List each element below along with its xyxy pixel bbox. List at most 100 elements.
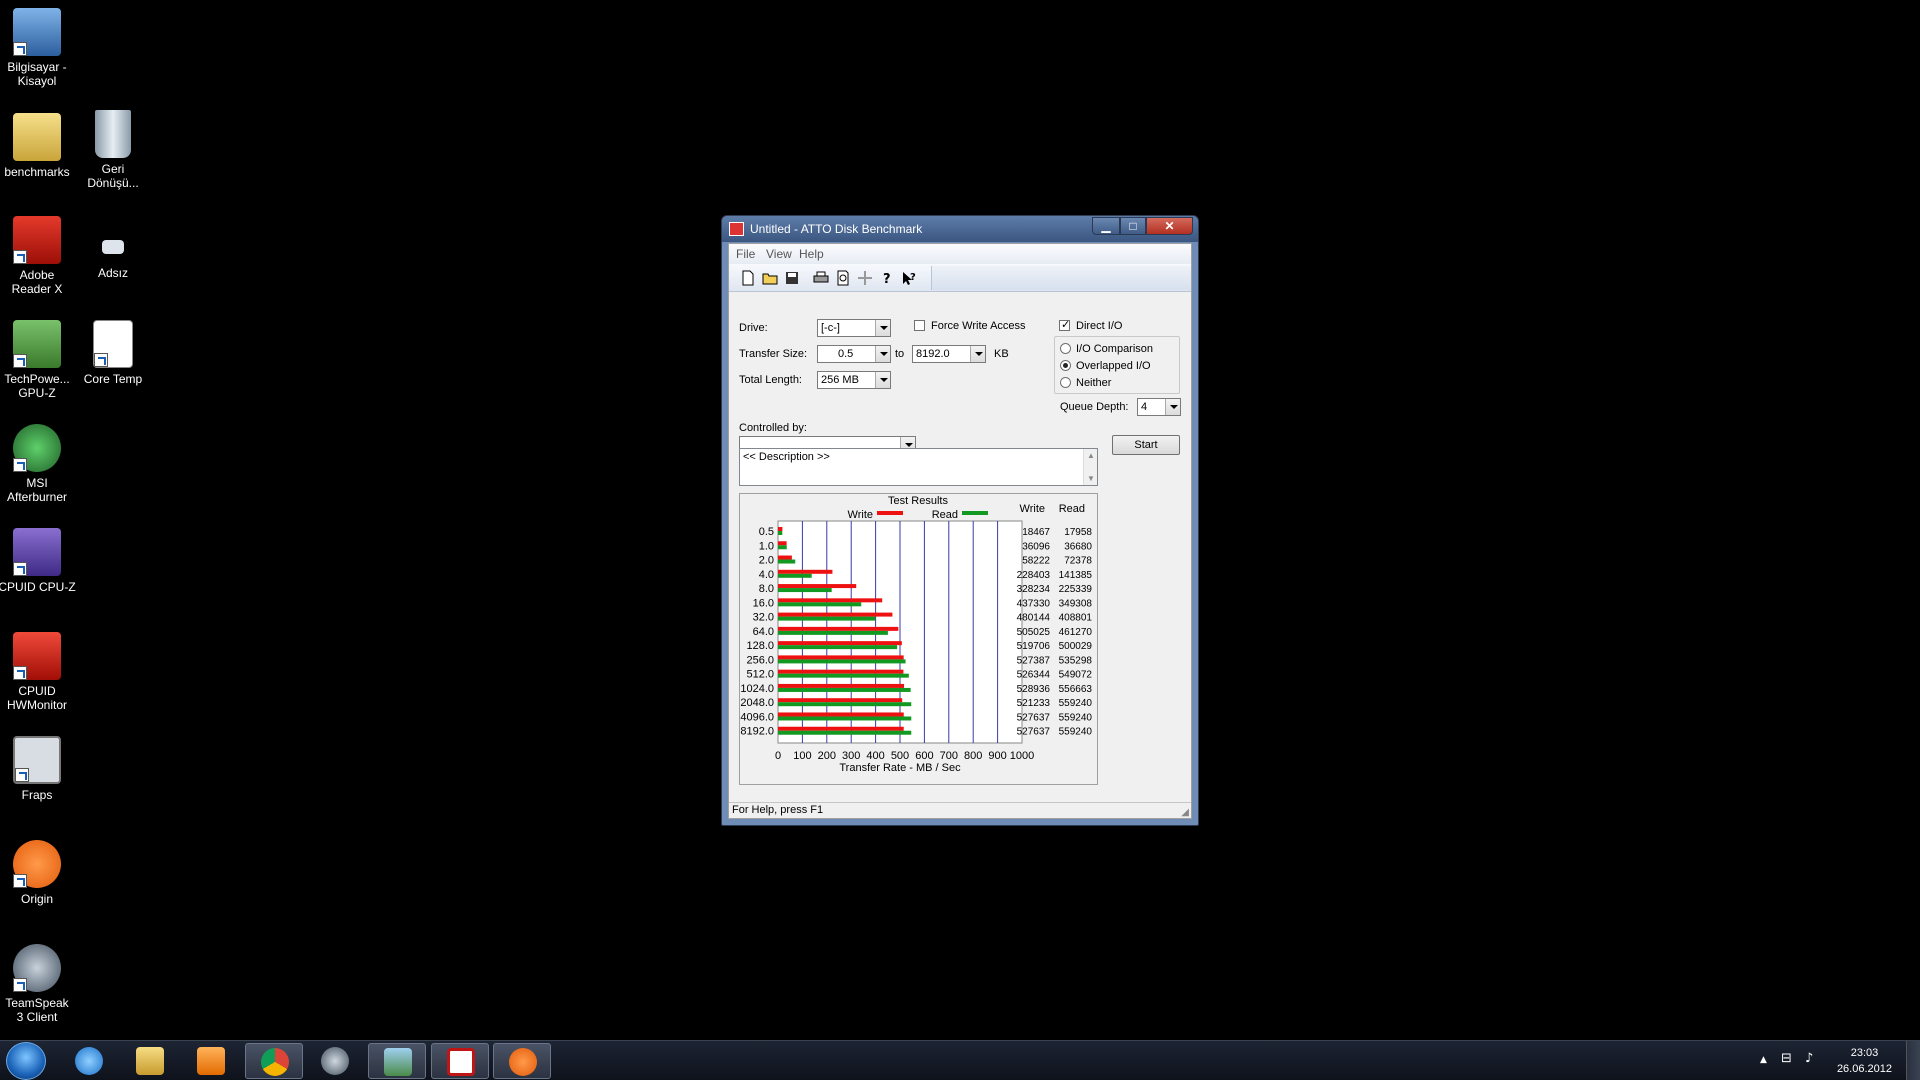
- desktop-icon-hwmonitor[interactable]: CPUID HWMonitor: [0, 632, 80, 712]
- queue-depth-select[interactable]: 4: [1137, 398, 1181, 416]
- tray-volume-icon[interactable]: ♪: [1805, 1051, 1813, 1066]
- new-icon[interactable]: [738, 268, 758, 288]
- network-icon[interactable]: [368, 1043, 426, 1079]
- force-write-checkbox[interactable]: [914, 320, 925, 331]
- direct-io-label: Direct I/O: [1076, 320, 1123, 332]
- menu-help[interactable]: Help: [799, 247, 824, 261]
- transfer-size-from-select[interactable]: 0.5: [817, 345, 891, 363]
- svg-text:?: ?: [883, 272, 891, 287]
- x-tick-label: 300: [842, 750, 860, 762]
- desktop-icon-label: TechPowe... GPU-Z: [4, 372, 70, 400]
- open-icon[interactable]: [760, 268, 780, 288]
- print-icon[interactable]: [811, 268, 831, 288]
- neither-radio[interactable]: [1060, 377, 1071, 388]
- description-scrollbar[interactable]: ▲ ▼: [1083, 449, 1097, 485]
- start-orb[interactable]: [6, 1042, 46, 1080]
- desktop-icon-core-temp[interactable]: Core Temp: [70, 320, 156, 386]
- write-value: 480144: [1017, 613, 1051, 624]
- category-label: 256.0: [746, 654, 774, 666]
- read-bar: [778, 602, 862, 607]
- description-box[interactable]: << Description >> ▲ ▼: [739, 448, 1098, 486]
- legend-write-swatch: [877, 511, 903, 515]
- gpu-z-icon: [13, 320, 61, 368]
- atto-icon[interactable]: [431, 1043, 489, 1079]
- category-label: 32.0: [753, 612, 774, 624]
- write-bar: [778, 584, 857, 589]
- menu-file[interactable]: File: [736, 247, 755, 261]
- desktop-icon-cpu-z[interactable]: CPUID CPU-Z: [0, 528, 80, 594]
- io-comparison-radio[interactable]: [1060, 343, 1071, 354]
- explorer-icon[interactable]: [121, 1043, 179, 1079]
- show-desktop-button[interactable]: [1906, 1041, 1920, 1080]
- write-bar: [778, 626, 899, 631]
- save-icon[interactable]: [782, 268, 802, 288]
- close-button[interactable]: ✕: [1146, 217, 1193, 235]
- desktop-icon-adsiz[interactable]: Adsız: [70, 232, 156, 280]
- clock[interactable]: 23:03 26.06.2012: [1837, 1045, 1892, 1077]
- legend-read-label: Read: [932, 509, 958, 521]
- desktop-icon-teamspeak[interactable]: TeamSpeak 3 Client: [0, 944, 80, 1024]
- minimize-button[interactable]: ▁: [1092, 217, 1120, 235]
- category-label: 128.0: [746, 640, 774, 652]
- teamspeak-icon[interactable]: [306, 1043, 364, 1079]
- desktop-icon-msi-afterburner[interactable]: MSI Afterburner: [0, 424, 80, 504]
- read-value: 535298: [1059, 655, 1093, 666]
- desktop-icon-computer[interactable]: Bilgisayar - Kisayol: [0, 8, 80, 88]
- total-length-select[interactable]: 256 MB: [817, 371, 891, 389]
- transfer-size-to-select[interactable]: 8192.0: [912, 345, 986, 363]
- move-icon[interactable]: [855, 268, 875, 288]
- transfer-from-value: 0.5: [838, 348, 854, 360]
- help-icon[interactable]: ?: [877, 268, 897, 288]
- desktop-icon-label: Core Temp: [83, 372, 143, 386]
- desktop-icon-fraps[interactable]: Fraps: [0, 736, 80, 802]
- start-button[interactable]: Start: [1112, 435, 1180, 455]
- title-bar[interactable]: Untitled - ATTO Disk Benchmark ▁ □ ✕: [722, 216, 1198, 242]
- fraps-icon: [13, 736, 61, 784]
- desktop-icon-label: MSI Afterburner: [6, 476, 68, 504]
- internet-explorer-icon[interactable]: [60, 1043, 118, 1079]
- category-label: 0.5: [759, 526, 774, 538]
- scroll-up-icon[interactable]: ▲: [1087, 451, 1095, 460]
- desktop-icon-recycle-bin[interactable]: Geri Dönüşü...: [70, 110, 156, 190]
- chevron-down-icon[interactable]: [875, 346, 890, 362]
- write-value: 528936: [1017, 684, 1051, 695]
- scroll-down-icon[interactable]: ▼: [1087, 474, 1095, 483]
- tray-expand-icon[interactable]: ▲: [1760, 1055, 1767, 1065]
- write-value: 505025: [1017, 627, 1051, 638]
- chrome-icon[interactable]: [245, 1043, 303, 1079]
- category-label: 8192.0: [740, 726, 774, 738]
- context-help-icon[interactable]: ?: [899, 268, 919, 288]
- read-value: 141385: [1059, 570, 1093, 581]
- read-value: 36680: [1064, 541, 1092, 552]
- chevron-down-icon[interactable]: [1165, 399, 1180, 415]
- chevron-down-icon[interactable]: [875, 320, 890, 336]
- media-player-icon[interactable]: [182, 1043, 240, 1079]
- desktop-icon-benchmarks[interactable]: benchmarks: [0, 113, 80, 179]
- clock-date: 26.06.2012: [1836, 1063, 1892, 1075]
- direct-io-checkbox[interactable]: [1059, 318, 1070, 331]
- tray-network-icon[interactable]: ⊟: [1781, 1051, 1792, 1066]
- maximize-button[interactable]: □: [1120, 217, 1146, 235]
- desktop-icon-adobe-reader[interactable]: Adobe Reader X: [0, 216, 80, 296]
- read-value: 559240: [1059, 712, 1093, 723]
- print-preview-icon[interactable]: [833, 268, 853, 288]
- category-label: 2048.0: [740, 697, 774, 709]
- read-bar: [778, 531, 783, 535]
- x-tick-label: 400: [866, 750, 884, 762]
- window-client: File View Help ? ? Drive: [-c-] Transfer…: [728, 243, 1192, 819]
- origin-icon[interactable]: [493, 1043, 551, 1079]
- desktop-icon-gpu-z[interactable]: TechPowe... GPU-Z: [0, 320, 80, 400]
- desktop-icon-label: CPUID HWMonitor: [6, 684, 67, 712]
- resize-grip-icon[interactable]: ◢: [1181, 807, 1189, 818]
- chevron-down-icon[interactable]: [970, 346, 985, 362]
- read-bar: [778, 730, 912, 735]
- desktop-icon-label: Bilgisayar - Kisayol: [7, 60, 67, 88]
- transfer-to-label: to: [895, 348, 905, 360]
- menu-view[interactable]: View: [766, 247, 792, 261]
- desktop-icon-label: CPUID CPU-Z: [0, 580, 76, 594]
- read-value: 72378: [1064, 556, 1092, 567]
- overlapped-io-radio[interactable]: [1060, 360, 1071, 371]
- chevron-down-icon[interactable]: [875, 372, 890, 388]
- drive-select[interactable]: [-c-]: [817, 319, 891, 337]
- desktop-icon-origin[interactable]: Origin: [0, 840, 80, 906]
